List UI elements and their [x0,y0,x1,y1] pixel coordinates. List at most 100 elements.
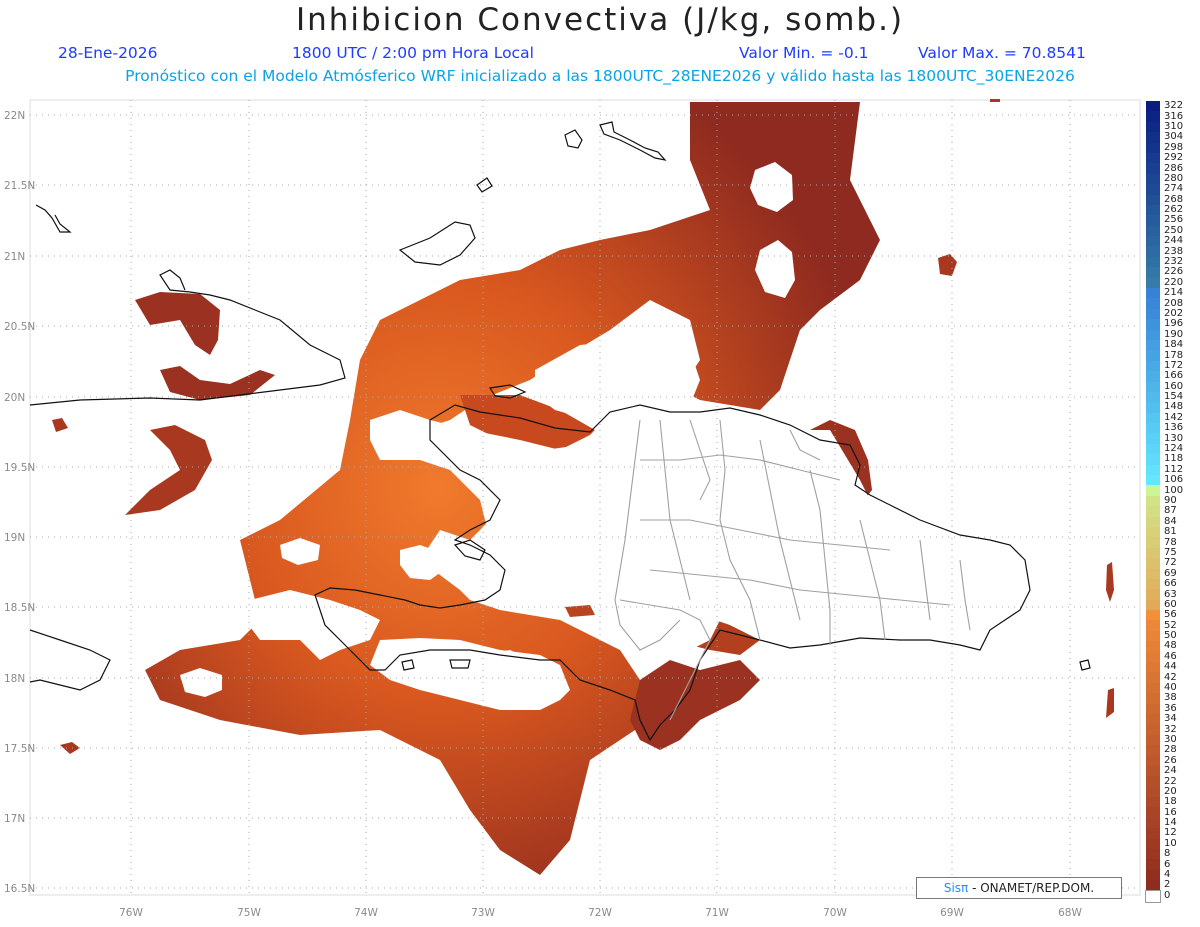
lon-label: 73W [471,907,495,919]
colorbar-swatch [1146,558,1160,570]
colorbar-swatch [1146,765,1160,777]
colorbar-swatch [1146,236,1160,248]
colorbar-swatch [1146,817,1160,829]
colorbar-label: 8 [1164,848,1171,860]
lat-label: 19N [4,532,25,544]
colorbar-label: 12 [1164,827,1177,839]
colorbar-swatch [1146,485,1160,497]
lat-label: 18.5N [4,602,35,614]
colorbar-swatch [1146,630,1160,642]
colorbar-swatch [1146,880,1160,892]
lat-label: 20N [4,392,25,404]
colorbar-swatch [1146,371,1160,383]
colorbar-swatch [1146,755,1160,767]
colorbar-swatch [1146,682,1160,694]
colorbar-label: 81 [1164,526,1177,538]
colorbar-swatch [1146,869,1160,881]
colorbar-label: 166 [1164,370,1184,382]
colorbar-swatch [1146,152,1160,164]
colorbar-swatch [1146,651,1160,663]
colorbar-label: 214 [1164,287,1184,299]
colorbar-swatch [1146,578,1160,590]
colorbar-swatch [1146,111,1160,123]
colorbar-swatch [1146,329,1160,341]
colorbar-swatch [1146,641,1160,653]
lon-labels: 76W 75W 74W 73W 72W 71W 70W 69W 68W [119,907,1082,919]
lat-label: 16.5N [4,883,35,895]
colorbar-swatch [1146,101,1160,112]
colorbar-label: 72 [1164,557,1177,569]
lat-label: 17.5N [4,743,35,755]
colorbar-label: 87 [1164,505,1177,517]
colorbar-swatch [1146,194,1160,206]
colorbar-swatch [1146,339,1160,351]
colorbar-swatch [1146,132,1160,144]
lon-label: 75W [237,907,261,919]
colorbar-label: 18 [1164,796,1177,808]
colorbar-swatch [1146,402,1160,414]
colorbar-label: 44 [1164,661,1177,673]
lat-label: 21.5N [4,180,35,192]
colorbar-label: 48 [1164,640,1177,652]
colorbar-swatch [1146,568,1160,580]
colorbar-swatch [1146,849,1160,861]
colorbar-swatch [1146,454,1160,466]
colorbar-label: 148 [1164,401,1184,413]
colorbar-swatch [1146,610,1160,622]
colorbar-swatch [1146,288,1160,299]
lon-label: 68W [1058,907,1082,919]
colorbar-swatch [1146,360,1160,372]
colorbar-swatch [1146,225,1160,237]
colorbar-swatch [1146,662,1160,674]
lat-label: 22N [4,110,25,122]
colorbar-label: 28 [1164,744,1177,756]
colorbar-swatch [1146,547,1160,559]
lat-label: 18N [4,673,25,685]
lon-label: 69W [940,907,964,919]
colorbar-swatch [1146,537,1160,549]
lat-label: 17N [4,813,25,825]
lon-label: 70W [823,907,847,919]
credit-box: Sisπ - ONAMET/REP.DOM. [916,877,1122,899]
colorbar-swatch [1146,506,1160,518]
lon-label: 74W [354,907,378,919]
colorbar-swatch [1146,443,1160,455]
colorbar-swatch [1146,184,1160,196]
colorbar-swatch [1146,475,1160,487]
colorbar-label: 292 [1164,152,1184,164]
colorbar-label: 322 [1164,100,1184,112]
lat-label: 19.5N [4,462,35,474]
colorbar-swatch [1146,776,1160,788]
colorbar-label: 2 [1164,879,1171,891]
colorbar-swatch [1145,889,1161,903]
colorbar-swatch [1146,724,1160,736]
colorbar-label: 0 [1164,889,1171,901]
colorbar-swatch [1146,838,1160,850]
colorbar-label: 38 [1164,692,1177,704]
colorbar-swatch [1146,163,1160,175]
lat-label: 20.5N [4,321,35,333]
colorbar-label: 56 [1164,609,1177,621]
colorbar-swatch [1146,277,1160,289]
colorbar-swatch [1146,246,1160,258]
colorbar-swatch [1146,713,1160,725]
colorbar-swatch [1146,256,1160,268]
colorbar-label: 196 [1164,318,1184,330]
colorbar-swatch [1146,703,1160,715]
colorbar-swatch [1146,786,1160,798]
colorbar-label: 63 [1164,588,1177,600]
colorbar-swatch [1146,516,1160,528]
lat-label: 21N [4,251,25,263]
colorbar-swatch [1146,672,1160,684]
colorbar-swatch [1146,173,1160,185]
colorbar-label: 256 [1164,214,1184,226]
colorbar-swatch [1146,464,1160,476]
sis-logo-text: Sisπ [943,881,969,895]
colorbar-label: 66 [1164,578,1177,590]
lon-label: 71W [705,907,729,919]
colorbar-label: 244 [1164,235,1184,247]
colorbar-swatch [1146,620,1160,632]
colorbar-swatch [1146,589,1160,601]
colorbar-label: 106 [1164,474,1184,486]
colorbar-label: 24 [1164,765,1177,777]
